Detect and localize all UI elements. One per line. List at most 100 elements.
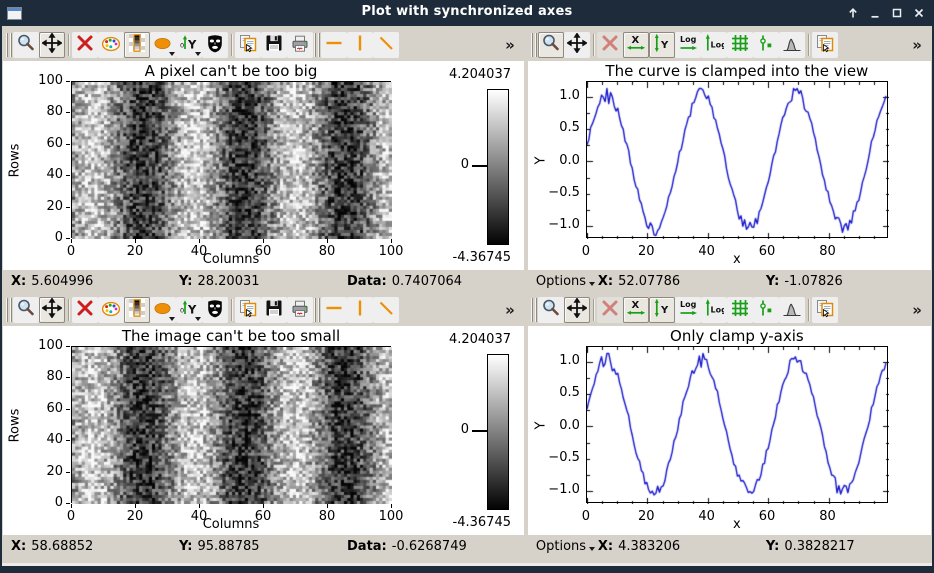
xrange-icon: X xyxy=(626,298,646,321)
print-button[interactable] xyxy=(287,31,313,58)
image-canvas[interactable] xyxy=(72,347,392,504)
oblique-cursor-button[interactable] xyxy=(373,296,399,323)
colormap-button[interactable] xyxy=(98,296,124,323)
toolbar-handle[interactable] xyxy=(530,297,533,322)
toolbar-handle[interactable] xyxy=(534,297,537,322)
plot-title: A pixel can't be too big xyxy=(144,62,318,80)
cross-section-button[interactable] xyxy=(150,296,176,323)
y-axis-autoscale-button[interactable]: Y xyxy=(648,296,675,323)
curve-canvas[interactable] xyxy=(586,347,889,504)
minimize-button[interactable] xyxy=(867,6,882,21)
grid-button[interactable] xyxy=(726,296,753,323)
logx-icon: Log xyxy=(678,33,698,56)
oblique-cursor-button[interactable] xyxy=(373,31,399,58)
rectangle-zoom-button[interactable] xyxy=(537,31,564,58)
y-log-scale-button[interactable]: Log xyxy=(700,296,727,323)
y-log-scale-button[interactable]: Log xyxy=(700,31,727,58)
keep-above-button[interactable] xyxy=(845,6,860,21)
copy-to-clipboard-button[interactable] xyxy=(235,31,261,58)
copy-to-clipboard-button[interactable] xyxy=(811,296,838,323)
curve-canvas[interactable] xyxy=(586,82,889,239)
pan-button[interactable] xyxy=(39,296,65,323)
toolbar-handle[interactable] xyxy=(534,32,537,57)
toolbar-handle[interactable] xyxy=(10,297,12,322)
svg-text:Log: Log xyxy=(680,300,697,309)
average-cross-section-button[interactable]: 0 Y xyxy=(176,296,202,323)
copy-to-clipboard-button[interactable] xyxy=(235,296,261,323)
y-axis-autoscale-button[interactable]: Y xyxy=(648,31,675,58)
contrast-adjust-button[interactable] xyxy=(124,296,150,323)
grid-button[interactable] xyxy=(726,31,753,58)
image-canvas[interactable] xyxy=(72,82,392,239)
window-title: Plot with synchronized axes xyxy=(361,4,573,19)
colorbar-zero-label: 0 xyxy=(460,157,469,172)
curve-antialiasing-button[interactable] xyxy=(778,296,805,323)
curve-axes-frame xyxy=(585,81,889,239)
rectangle-zoom-button[interactable] xyxy=(13,31,39,58)
curve-markers-button[interactable] xyxy=(752,296,779,323)
pan-button[interactable] xyxy=(39,31,65,58)
x-tickmark xyxy=(199,239,200,243)
maximize-button[interactable] xyxy=(889,6,904,21)
y-tick-label: 0 xyxy=(54,230,63,245)
curve-antialiasing-button[interactable] xyxy=(778,31,805,58)
toolbar-handle[interactable] xyxy=(6,297,8,322)
rectangle-zoom-button[interactable] xyxy=(537,296,564,323)
x-tickmark xyxy=(135,239,136,243)
toolbar-handle[interactable] xyxy=(530,32,533,57)
vertical-cursor-button[interactable] xyxy=(347,296,373,323)
x-axis-autoscale-button[interactable]: X xyxy=(622,296,649,323)
toolbar-handle[interactable] xyxy=(6,32,8,57)
palette-icon xyxy=(101,33,121,56)
horizontal-cursor-button[interactable] xyxy=(321,296,347,323)
y-tick-label: 1.0 xyxy=(559,87,580,103)
close-button[interactable] xyxy=(911,6,926,21)
pan-button[interactable] xyxy=(563,296,590,323)
rectangle-zoom-button[interactable] xyxy=(13,296,39,323)
x-tickmark xyxy=(199,504,200,508)
delete-item-button[interactable] xyxy=(596,296,623,323)
status-item-label: Data: xyxy=(347,538,387,554)
image-mask-button[interactable] xyxy=(202,31,228,58)
toolbar-handle[interactable] xyxy=(318,297,320,322)
options-menu-button[interactable]: Options xyxy=(536,274,598,289)
horizontal-cursor-button[interactable] xyxy=(321,31,347,58)
vertical-cursor-button[interactable] xyxy=(347,31,373,58)
toolbar-handle[interactable] xyxy=(314,32,316,57)
image-mask-button[interactable] xyxy=(202,296,228,323)
delete-item-button[interactable] xyxy=(72,31,98,58)
colormap-button[interactable] xyxy=(98,31,124,58)
delete-item-button[interactable] xyxy=(72,296,98,323)
x-axis-autoscale-button[interactable]: X xyxy=(622,31,649,58)
curve-markers-button[interactable] xyxy=(752,31,779,58)
toolbar-handle[interactable] xyxy=(314,297,316,322)
save-button[interactable] xyxy=(261,31,287,58)
x-log-scale-button[interactable]: Log xyxy=(674,296,701,323)
pan-button[interactable] xyxy=(563,31,590,58)
magnifier-icon xyxy=(541,298,561,321)
copy-to-clipboard-button[interactable] xyxy=(811,31,838,58)
titlebar[interactable]: Plot with synchronized axes xyxy=(0,0,934,26)
oblique-icon xyxy=(376,33,396,56)
contrast-adjust-button[interactable] xyxy=(124,31,150,58)
x-log-scale-button[interactable]: Log xyxy=(674,31,701,58)
average-cross-section-button[interactable]: 0 Y xyxy=(176,31,202,58)
delete-item-button[interactable] xyxy=(596,31,623,58)
status-item-value: 0.3828217 xyxy=(784,538,855,554)
curve-plot-area: Only clamp y-axis 0 20 40 60 80 1.0 0.5 0.0 −0.5−… xyxy=(527,326,931,535)
colorbar[interactable] xyxy=(487,89,509,245)
save-button[interactable] xyxy=(261,296,287,323)
status-item-label: Y: xyxy=(765,538,780,554)
toolbar-handle[interactable] xyxy=(10,32,12,57)
toolbar-overflow-button[interactable]: » xyxy=(903,36,931,54)
print-button[interactable] xyxy=(287,296,313,323)
toolbar-overflow-button[interactable]: » xyxy=(496,36,524,54)
toolbar-handle[interactable] xyxy=(318,32,320,57)
toolbar-overflow-button[interactable]: » xyxy=(496,301,524,319)
y-tick-label: −0.5 xyxy=(548,449,580,465)
x-axis-label: Columns xyxy=(202,517,260,532)
options-menu-button[interactable]: Options xyxy=(536,539,598,554)
cross-section-button[interactable] xyxy=(150,31,176,58)
toolbar-overflow-button[interactable]: » xyxy=(903,301,931,319)
colorbar[interactable] xyxy=(487,354,509,510)
